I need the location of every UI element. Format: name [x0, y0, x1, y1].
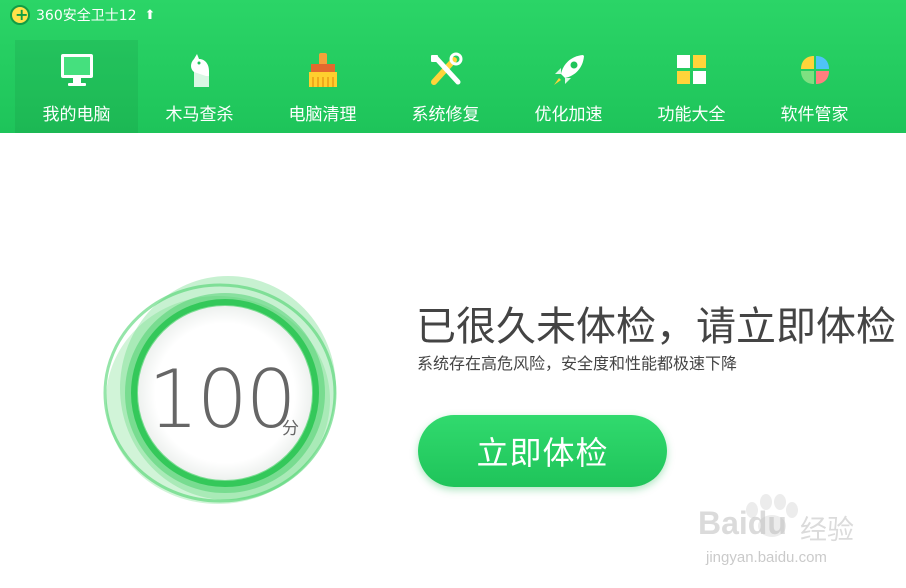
rocket-icon [549, 50, 589, 90]
nav-label: 木马查杀 [165, 105, 234, 125]
nav-item-system-repair[interactable]: 系统修复 [384, 40, 507, 133]
nav-label: 我的电脑 [42, 105, 111, 125]
nav-item-features[interactable]: 功能大全 [630, 40, 753, 133]
broom-icon [303, 50, 343, 90]
app-logo-icon [10, 5, 30, 25]
nav-item-cleanup[interactable]: 电脑清理 [261, 40, 384, 133]
start-checkup-button[interactable]: 立即体检 [418, 415, 667, 487]
monitor-icon [57, 50, 97, 90]
horse-icon [180, 50, 220, 90]
main-nav: 我的电脑 木马查杀 电脑清理 系统修复 优化加速 功能大全 软件管家 [15, 40, 876, 133]
status-description: 系统存在高危风险，安全度和性能都极速下降 [417, 354, 738, 373]
tools-icon [426, 50, 466, 90]
flower-icon [795, 50, 835, 90]
nav-item-trojan-scan[interactable]: 木马查杀 [138, 40, 261, 133]
nav-item-my-computer[interactable]: 我的电脑 [15, 40, 138, 133]
nav-label: 系统修复 [411, 105, 480, 125]
nav-item-software-manager[interactable]: 软件管家 [753, 40, 876, 133]
title-bar: 360安全卫士12 ⬆ [10, 5, 155, 25]
health-score: 100 [148, 353, 297, 446]
up-arrow-icon[interactable]: ⬆ [145, 8, 156, 23]
status-headline: 已很久未体检，请立即体检 [416, 304, 896, 350]
app-title: 360安全卫士12 [36, 8, 137, 24]
nav-label: 软件管家 [780, 105, 849, 125]
nav-label: 功能大全 [657, 105, 726, 125]
nav-label: 优化加速 [534, 105, 603, 125]
top-header: 360安全卫士12 ⬆ 我的电脑 木马查 [0, 0, 906, 133]
nav-label: 电脑清理 [288, 105, 357, 125]
watermark-brand-cn: 经验 [800, 515, 854, 546]
score-unit: 分 [282, 419, 299, 439]
watermark-brand: Baidu [698, 505, 787, 541]
nav-item-optimize[interactable]: 优化加速 [507, 40, 630, 133]
grid-icon [672, 50, 712, 90]
watermark-url: jingyan.baidu.com [706, 549, 827, 566]
